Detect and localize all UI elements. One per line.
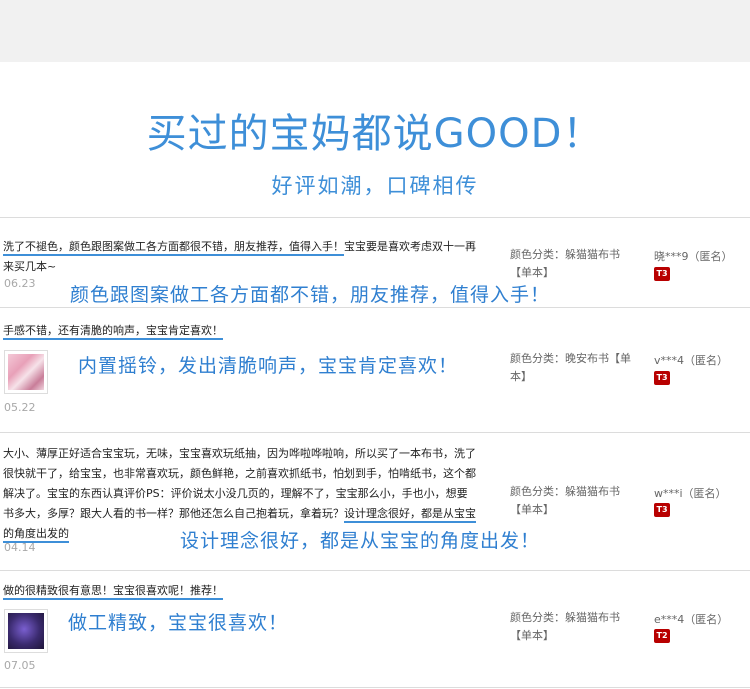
top-banner-band: [0, 0, 750, 62]
review-username[interactable]: w***i（匿名）: [654, 485, 727, 501]
buyer-level-badge: T3: [654, 267, 670, 281]
review-text: 做的很精致很有意思！宝宝很喜欢呢！推荐！: [3, 581, 483, 601]
buyer-level-badge: T2: [654, 629, 670, 643]
review-highlight: 颜色跟图案做工各方面都不错，朋友推荐，值得入手！: [70, 284, 551, 306]
hero-subtitle: 好评如潮，口碑相传: [271, 174, 479, 198]
review-variant: 颜色分类：晚安布书【单本】: [510, 352, 631, 383]
review-date: 06.23: [4, 277, 36, 290]
buyer-level-badge: T3: [654, 371, 670, 385]
review-text: 洗了不褪色，颜色跟图案做工各方面都很不错，朋友推荐，值得入手！宝宝要是喜欢考虑双…: [3, 237, 483, 277]
photo-image: [8, 613, 44, 649]
review-photo-thumbnail[interactable]: [4, 350, 48, 394]
review-variant: 颜色分类：躲猫猫布书【单本】: [510, 248, 620, 279]
photo-image: [8, 354, 44, 390]
divider: [0, 432, 750, 433]
divider: [0, 570, 750, 571]
review-text-underlined: 做的很精致很有意思！宝宝很喜欢呢！推荐！: [3, 584, 223, 600]
review-variant: 颜色分类：躲猫猫布书【单本】: [510, 485, 620, 516]
divider: [0, 217, 750, 218]
divider: [0, 307, 750, 308]
review-date: 07.05: [4, 659, 36, 672]
divider: [0, 687, 750, 688]
review-date: 04.14: [4, 541, 36, 554]
buyer-level-badge: T3: [654, 503, 670, 517]
review-variant: 颜色分类：躲猫猫布书【单本】: [510, 611, 620, 642]
review-username[interactable]: v***4（匿名）: [654, 352, 728, 368]
review-text-underlined: 手感不错，还有清脆的响声，宝宝肯定喜欢！: [3, 324, 223, 340]
hero-title: 买过的宝妈都说GOOD！: [146, 111, 604, 157]
review-username[interactable]: e***4（匿名）: [654, 611, 728, 627]
review-highlight: 做工精致，宝宝很喜欢！: [68, 612, 289, 634]
review-date: 05.22: [4, 401, 36, 414]
review-text-underlined: 洗了不褪色，颜色跟图案做工各方面都很不错，朋友推荐，值得入手！: [3, 240, 344, 256]
review-highlight: 设计理念很好，都是从宝宝的角度出发！: [180, 530, 541, 552]
review-highlight: 内置摇铃，发出清脆响声，宝宝肯定喜欢！: [78, 355, 459, 377]
review-text: 手感不错，还有清脆的响声，宝宝肯定喜欢！: [3, 321, 483, 341]
review-username[interactable]: 晓***9（匿名）: [654, 248, 733, 264]
review-photo-thumbnail[interactable]: [4, 609, 48, 653]
